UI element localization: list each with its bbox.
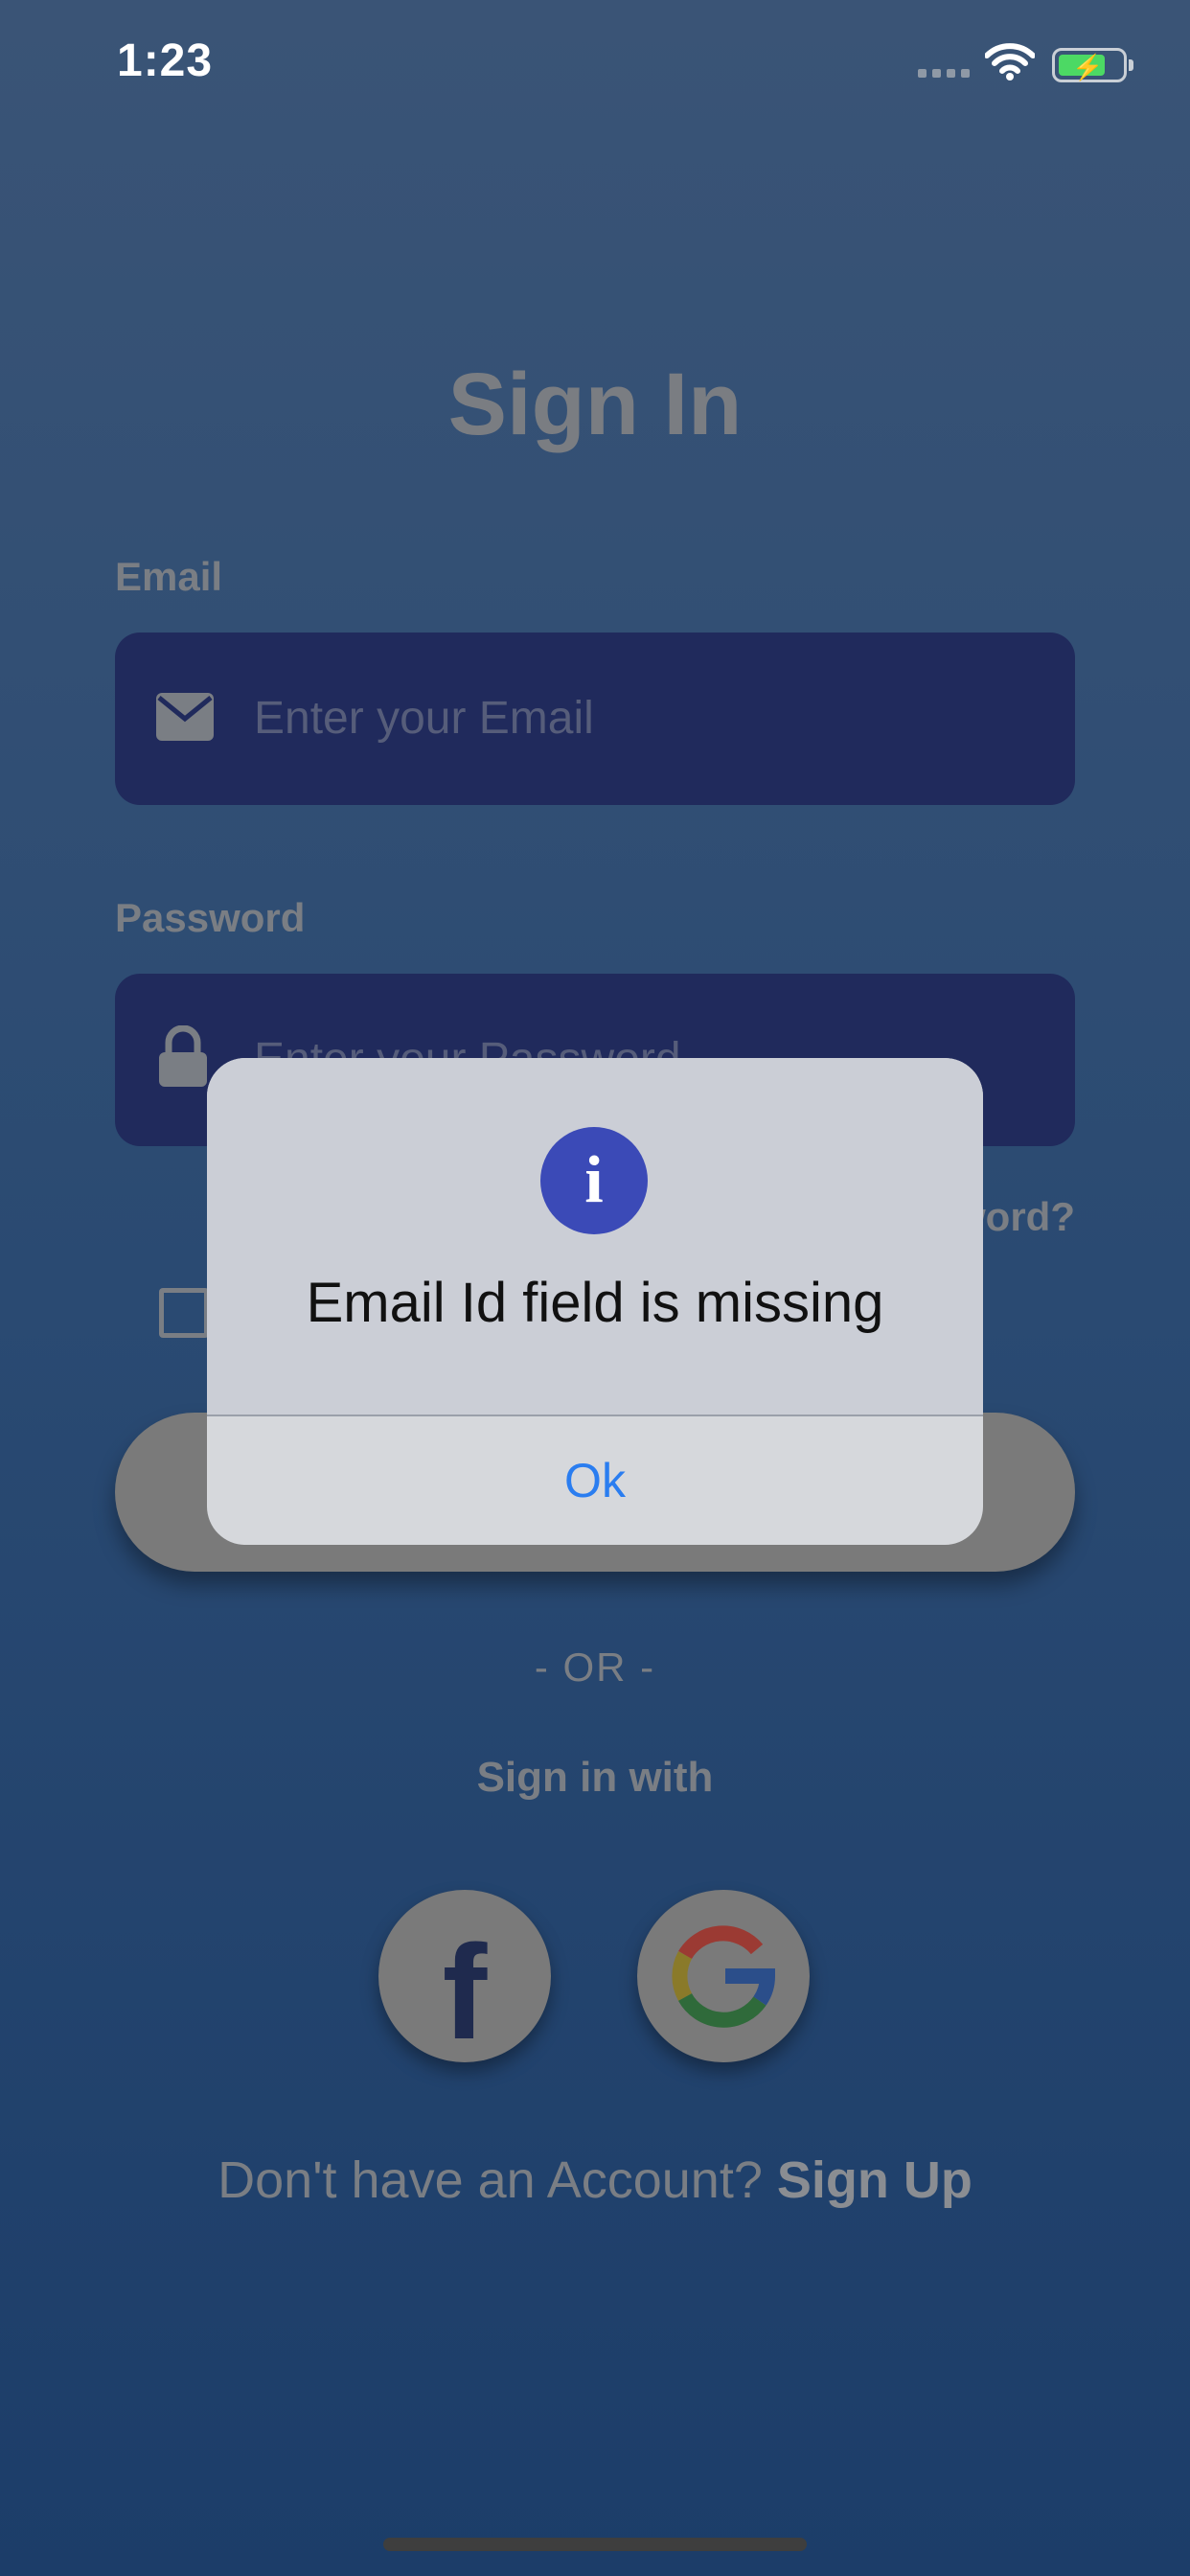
remember-me-checkbox[interactable] bbox=[159, 1288, 209, 1338]
email-label: Email bbox=[115, 554, 223, 599]
alert-dialog: i Email Id field is missing Ok bbox=[207, 1058, 983, 1545]
alert-message: Email Id field is missing bbox=[306, 1272, 884, 1334]
status-time: 1:23 bbox=[117, 35, 214, 86]
or-divider-text: - OR - bbox=[534, 1644, 656, 1690]
google-icon bbox=[672, 1925, 776, 2028]
google-login-button[interactable] bbox=[637, 1890, 810, 2062]
page-title: Sign In bbox=[447, 356, 743, 453]
info-icon: i bbox=[540, 1127, 648, 1234]
lock-icon bbox=[157, 1024, 209, 1093]
password-label: Password bbox=[115, 895, 306, 940]
facebook-icon: f bbox=[442, 1917, 488, 2067]
signup-prompt-text: Don't have an Account? bbox=[217, 2151, 763, 2209]
battery-charging-icon: ⚡ bbox=[1052, 48, 1133, 82]
cellular-signal-icon bbox=[918, 69, 972, 79]
ok-button[interactable]: Ok bbox=[207, 1416, 983, 1545]
envelope-icon bbox=[155, 692, 215, 747]
wifi-icon bbox=[984, 42, 1036, 80]
home-indicator[interactable] bbox=[383, 2538, 807, 2551]
signup-prompt: Don't have an Account? Sign Up bbox=[0, 2150, 1190, 2210]
facebook-login-button[interactable]: f bbox=[378, 1890, 551, 2067]
email-field[interactable]: Enter your Email bbox=[115, 632, 1075, 805]
sign-in-with-label: Sign in with bbox=[476, 1754, 714, 1801]
alert-body: i Email Id field is missing bbox=[207, 1058, 983, 1414]
email-placeholder: Enter your Email bbox=[254, 693, 594, 744]
signup-link[interactable]: Sign Up bbox=[777, 2151, 973, 2209]
